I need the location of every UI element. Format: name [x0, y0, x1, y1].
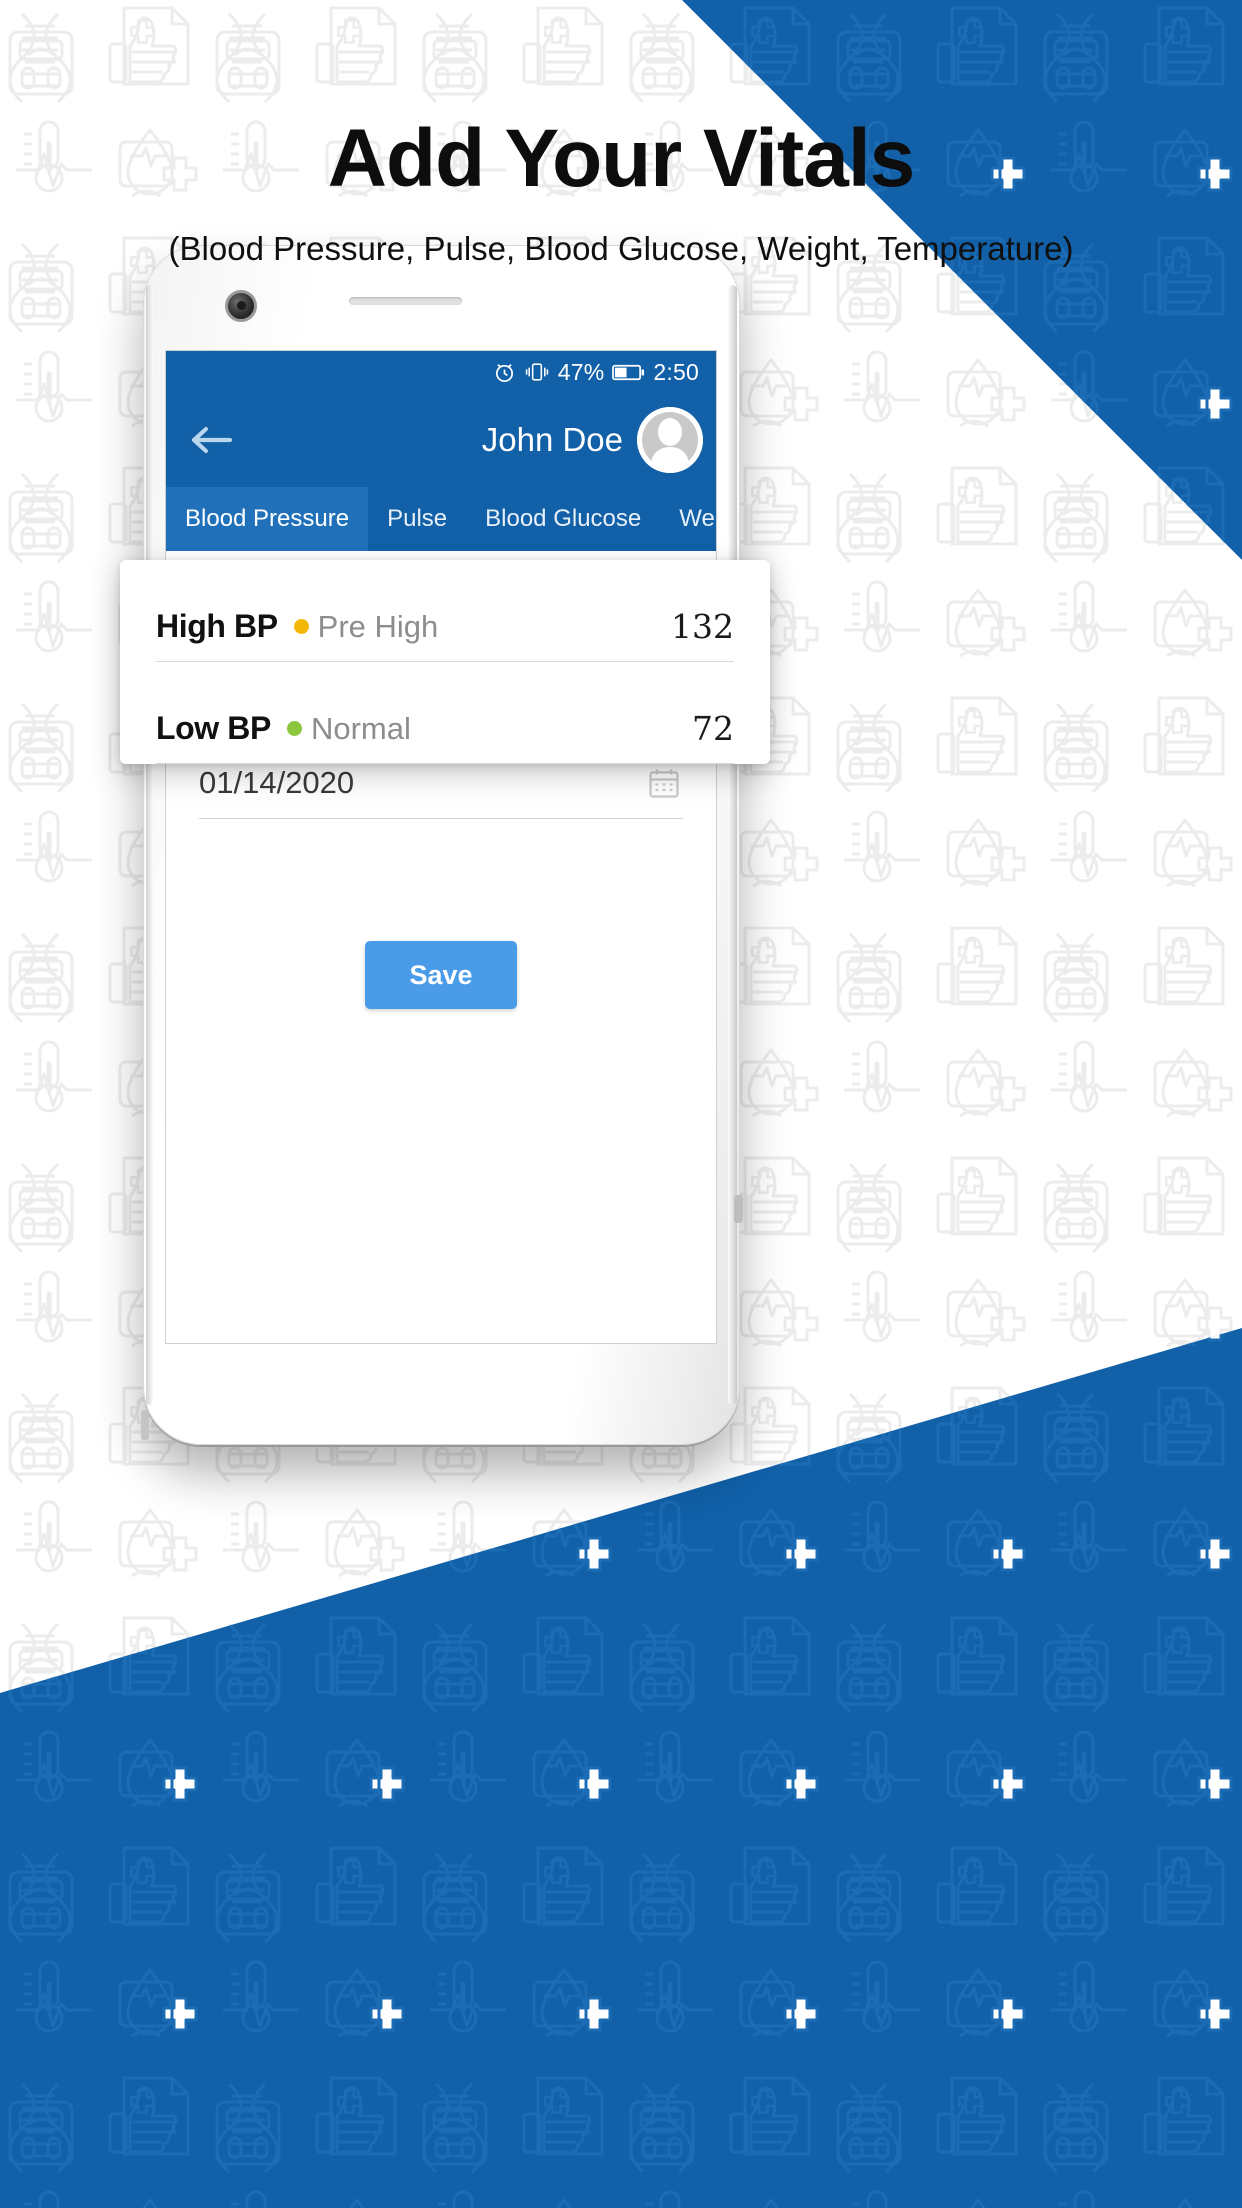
tab-pulse[interactable]: Pulse	[368, 487, 466, 551]
status-bar: 47% 2:50	[166, 351, 716, 393]
high-bp-status-label: Pre High	[317, 608, 439, 644]
low-bp-row[interactable]: Low BP Normal 72	[156, 662, 734, 764]
page-title: Add Your Vitals	[327, 113, 915, 204]
battery-icon	[612, 363, 645, 382]
save-button[interactable]: Save	[365, 941, 517, 1009]
tab-blood-pressure[interactable]: Blood Pressure	[166, 487, 369, 551]
low-bp-status-label: Normal	[310, 710, 411, 746]
vibrate-icon	[524, 361, 550, 383]
phone-mockup: 47% 2:50 John Doe Blood Pressure Pulse B…	[141, 245, 743, 1445]
low-bp-status-dot	[286, 721, 302, 736]
low-bp-row-inner: Low BP Normal 72	[156, 694, 734, 764]
front-camera-icon	[225, 290, 257, 322]
earpiece-speaker	[349, 297, 462, 305]
phone-right-edge	[728, 285, 737, 1405]
phone-side-button	[734, 1195, 743, 1223]
page-subtitle: (Blood Pressure, Pulse, Blood Glucose, W…	[168, 230, 1074, 267]
phone-screen: 47% 2:50 John Doe Blood Pressure Pulse B…	[165, 350, 717, 1344]
alarm-clock-icon	[493, 361, 516, 384]
back-arrow-icon[interactable]	[188, 423, 234, 457]
tab-blood-glucose[interactable]: Blood Glucose	[466, 487, 660, 551]
user-name-label: John Doe	[481, 421, 623, 458]
vitals-tab-bar: Blood Pressure Pulse Blood Glucose Weigh…	[166, 487, 716, 551]
low-bp-label: Low BP	[156, 710, 271, 746]
phone-volume-button-2	[141, 1410, 149, 1440]
high-bp-row-inner: High BP Pre High 132	[156, 592, 734, 662]
promo-screenshot: Add Your Vitals (Blood Pressure, Pulse, …	[0, 0, 1242, 2208]
user-avatar-icon[interactable]	[637, 407, 703, 473]
phone-left-edge	[146, 285, 153, 1405]
status-bar-clock: 2:50	[653, 358, 699, 385]
low-bp-value: 72	[692, 709, 734, 748]
high-bp-value: 132	[671, 607, 734, 646]
battery-percent-label: 47%	[557, 358, 605, 385]
app-bar: John Doe	[166, 393, 716, 487]
high-bp-label: High BP	[156, 608, 278, 644]
bp-reading-card: High BP Pre High 132 Low BP Normal 72	[120, 560, 770, 764]
save-button-row: Save	[166, 941, 716, 1009]
tab-weight[interactable]: Weight	[660, 487, 716, 551]
high-bp-status-dot	[293, 619, 309, 634]
date-field-value: 01/14/2020	[199, 764, 355, 800]
high-bp-row[interactable]: High BP Pre High 132	[156, 560, 734, 662]
calendar-icon[interactable]	[647, 766, 681, 800]
